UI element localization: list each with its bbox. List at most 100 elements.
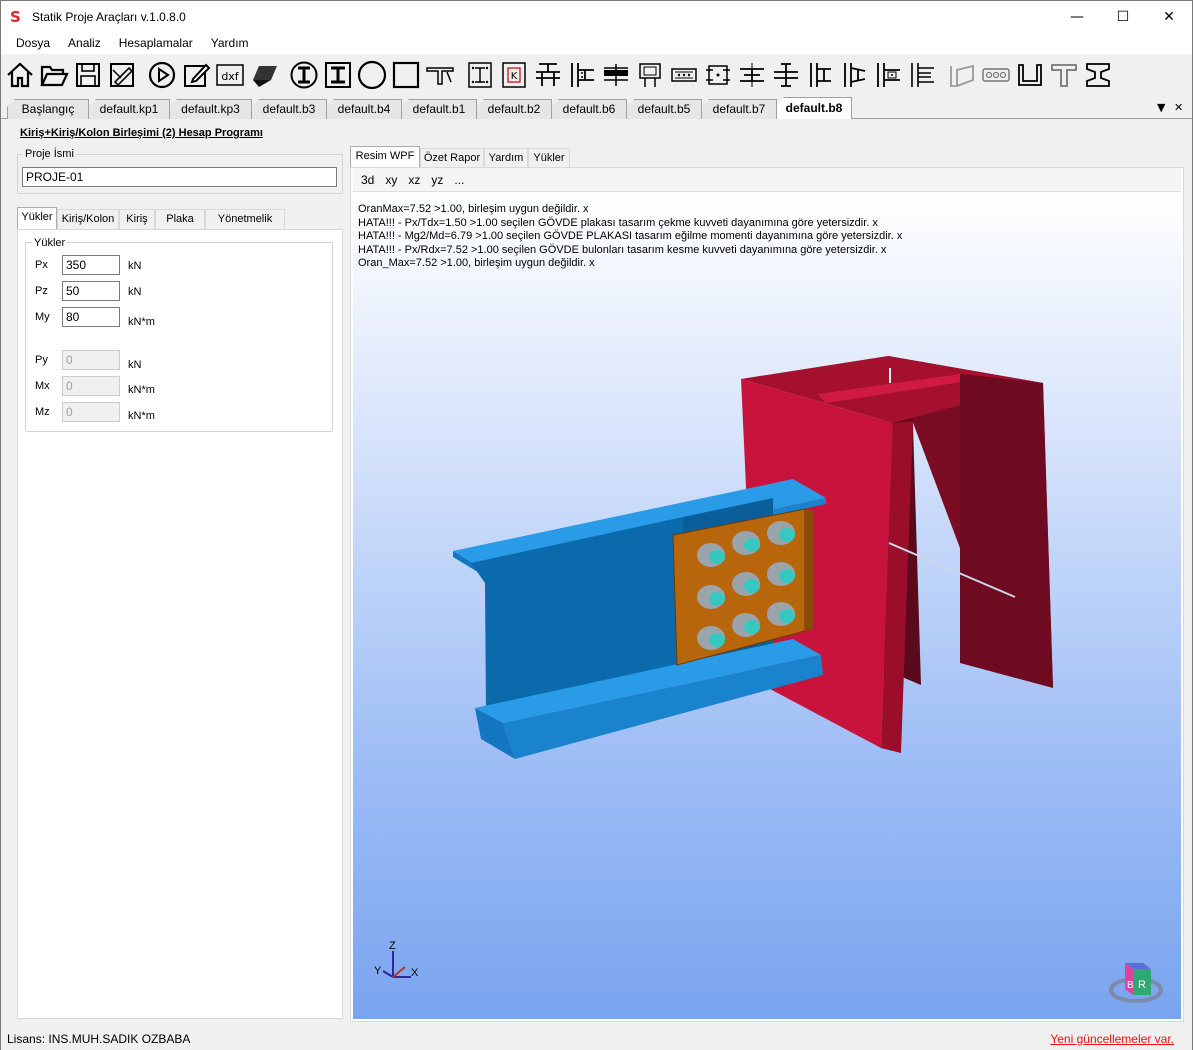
pz-input[interactable]: 50 bbox=[62, 281, 120, 301]
tab-default-b3[interactable]: default.b3 bbox=[251, 99, 327, 119]
tab-ozet-rapor[interactable]: Özet Rapor bbox=[420, 148, 484, 168]
tab-default-b4[interactable]: default.b4 bbox=[326, 99, 402, 119]
tab-default-b2[interactable]: default.b2 bbox=[476, 99, 552, 119]
axis-y-label: Y bbox=[374, 965, 382, 977]
app-window: S Statik Proje Araçları v.1.0.8.0 — ☐ ✕ … bbox=[0, 0, 1193, 1050]
cube-face-b: B bbox=[1127, 980, 1134, 991]
view-xy-button[interactable]: xy bbox=[385, 173, 397, 187]
home-icon[interactable] bbox=[4, 59, 36, 91]
menu-analiz[interactable]: Analiz bbox=[59, 32, 110, 54]
view-3d-button[interactable]: 3d bbox=[361, 173, 374, 187]
status-bar: Lisans: INS.MUH.SADIK OZBABA Yeni güncel… bbox=[1, 1028, 1192, 1050]
view-xz-button[interactable]: xz bbox=[408, 173, 420, 187]
open-folder-icon[interactable] bbox=[38, 59, 70, 91]
tab-kiris-kolon[interactable]: Kiriş/Kolon bbox=[57, 209, 119, 229]
i-section-circle-icon[interactable] bbox=[288, 59, 320, 91]
tab-yukler-right[interactable]: Yükler bbox=[528, 148, 570, 168]
beam-splice-icon[interactable] bbox=[600, 59, 632, 91]
beam-beam-icon-2[interactable] bbox=[770, 59, 802, 91]
beam-column-icon-1[interactable] bbox=[532, 59, 564, 91]
t-beam-icon[interactable] bbox=[424, 59, 456, 91]
maximize-button[interactable]: ☐ bbox=[1100, 1, 1146, 32]
beam-column-icon-4[interactable] bbox=[838, 59, 870, 91]
app-logo-icon: S bbox=[10, 7, 21, 26]
view-cube-icon[interactable]: B R bbox=[1109, 963, 1163, 1003]
bolt bbox=[697, 626, 725, 650]
view-yz-button[interactable]: yz bbox=[431, 173, 443, 187]
tab-default-kp3[interactable]: default.kp3 bbox=[169, 99, 252, 119]
tab-default-b6[interactable]: default.b6 bbox=[551, 99, 627, 119]
toolbar: dxf K bbox=[1, 55, 1192, 95]
beam-column-icon-5[interactable] bbox=[872, 59, 904, 91]
i-section-square-icon[interactable] bbox=[322, 59, 354, 91]
run-icon[interactable] bbox=[146, 59, 178, 91]
minimize-button[interactable]: — bbox=[1054, 1, 1100, 32]
cube-face-r: R bbox=[1138, 979, 1146, 991]
px-input[interactable]: 350 bbox=[62, 255, 120, 275]
box-section-icon[interactable] bbox=[946, 59, 978, 91]
edit-icon[interactable] bbox=[180, 59, 212, 91]
mz-label: Mz bbox=[35, 406, 50, 418]
px-label: Px bbox=[35, 259, 48, 271]
my-label: My bbox=[35, 311, 50, 323]
dxf-icon[interactable]: dxf bbox=[214, 59, 246, 91]
tab-yukler[interactable]: Yükler bbox=[17, 207, 57, 229]
menu-yardim[interactable]: Yardım bbox=[202, 32, 258, 54]
tab-plaka[interactable]: Plaka bbox=[155, 209, 205, 229]
save-as-icon[interactable] bbox=[106, 59, 138, 91]
tee-icon[interactable] bbox=[1048, 59, 1080, 91]
tab-baslangic[interactable]: Başlangıç bbox=[7, 99, 89, 119]
tab-default-b8[interactable]: default.b8 bbox=[776, 97, 852, 119]
my-input[interactable]: 80 bbox=[62, 307, 120, 327]
plate-icon-3[interactable] bbox=[702, 59, 734, 91]
channel-icon[interactable] bbox=[1014, 59, 1046, 91]
view-more-button[interactable]: ... bbox=[454, 173, 464, 187]
plate-icon-1[interactable] bbox=[634, 59, 666, 91]
bolt bbox=[732, 613, 760, 637]
tab-default-b7[interactable]: default.b7 bbox=[701, 99, 777, 119]
bolt-row-icon[interactable] bbox=[980, 59, 1012, 91]
menu-hesaplamalar[interactable]: Hesaplamalar bbox=[110, 32, 202, 54]
plate-icon-2[interactable] bbox=[668, 59, 700, 91]
update-link[interactable]: Yeni güncellemeler var. bbox=[1050, 1032, 1174, 1046]
menu-dosya[interactable]: Dosya bbox=[7, 32, 59, 54]
my-unit: kN*m bbox=[128, 316, 155, 328]
3d-viewport[interactable]: OranMax=7.52 >1.00, birleşim uygun değil… bbox=[353, 193, 1181, 1019]
tab-default-kp1[interactable]: default.kp1 bbox=[88, 99, 170, 119]
pz-unit: kN bbox=[128, 286, 142, 298]
view-toolbar: 3d xy xz yz ... bbox=[353, 168, 1181, 192]
close-button[interactable]: ✕ bbox=[1146, 1, 1192, 32]
beam-beam-icon-1[interactable] bbox=[736, 59, 768, 91]
save-icon[interactable] bbox=[72, 59, 104, 91]
tab-kiris[interactable]: Kiriş bbox=[119, 209, 155, 229]
bolt bbox=[767, 562, 795, 586]
license-text: Lisans: INS.MUH.SADIK OZBABA bbox=[7, 1032, 191, 1046]
k-plate-icon[interactable]: K bbox=[498, 59, 530, 91]
column-base-plate-icon[interactable] bbox=[464, 59, 496, 91]
tab-default-b5[interactable]: default.b5 bbox=[626, 99, 702, 119]
tab-yonetmelik[interactable]: Yönetmelik bbox=[205, 209, 285, 229]
square-section-icon[interactable] bbox=[390, 59, 422, 91]
tab-resim-wpf[interactable]: Resim WPF bbox=[350, 146, 420, 168]
mx-label: Mx bbox=[35, 380, 50, 392]
shape-icon[interactable] bbox=[248, 59, 280, 91]
tab-dropdown-icon[interactable]: ▼ bbox=[1157, 101, 1165, 114]
tab-close-icon[interactable]: ✕ bbox=[1174, 101, 1183, 114]
bolt bbox=[732, 531, 760, 555]
project-name-input[interactable]: PROJE-01 bbox=[22, 167, 337, 187]
circle-section-icon[interactable] bbox=[356, 59, 388, 91]
beam-column-icon-2[interactable] bbox=[566, 59, 598, 91]
py-input: 0 bbox=[62, 350, 120, 370]
h-section-icon[interactable] bbox=[1082, 59, 1114, 91]
bolt bbox=[767, 521, 795, 545]
tab-yardim[interactable]: Yardım bbox=[484, 148, 528, 168]
tab-default-b1[interactable]: default.b1 bbox=[401, 99, 477, 119]
menu-bar: Dosya Analiz Hesaplamalar Yardım bbox=[1, 32, 1192, 54]
axis-z-label: Z bbox=[389, 940, 396, 952]
loads-group-label: Yükler bbox=[32, 237, 68, 249]
beam-column-icon-3[interactable] bbox=[804, 59, 836, 91]
svg-text:dxf: dxf bbox=[221, 70, 239, 83]
document-tab-bar: Başlangıç default.kp1 default.kp3 defaul… bbox=[1, 97, 1192, 119]
beam-column-icon-6[interactable] bbox=[906, 59, 938, 91]
axis-x-label: X bbox=[411, 967, 419, 979]
